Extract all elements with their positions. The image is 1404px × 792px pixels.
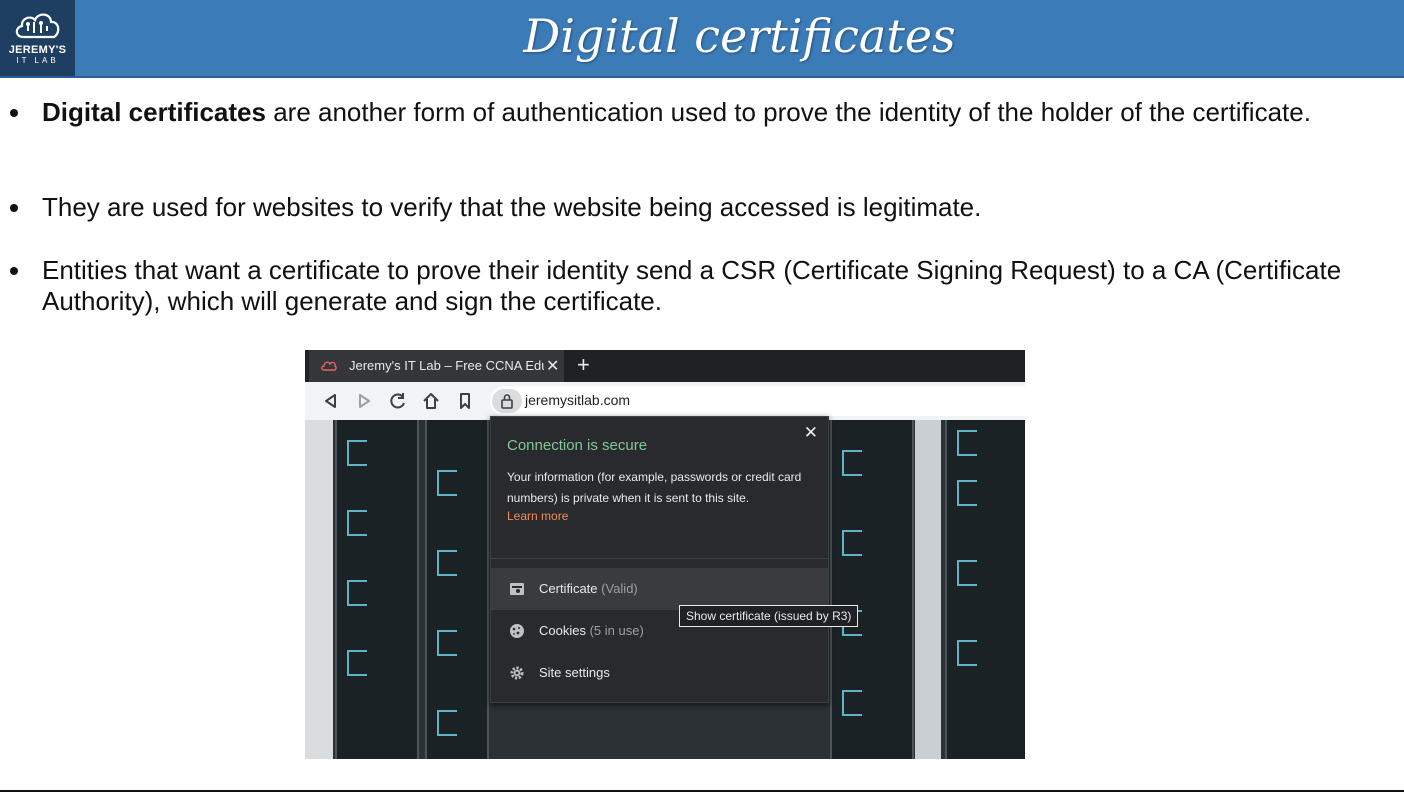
bullet-bold-term: Digital certificates xyxy=(42,97,266,127)
bullet-dot xyxy=(10,204,18,212)
rack-light xyxy=(437,470,457,496)
logo-text-line2: IT LAB xyxy=(16,56,59,65)
site-settings-label: Site settings xyxy=(539,665,610,680)
certificate-icon xyxy=(510,583,524,595)
cookies-label: Cookies (5 in use) xyxy=(539,623,644,638)
certificate-tooltip: Show certificate (issued by R3) xyxy=(679,605,859,627)
jeremys-it-lab-logo: JEREMY'S IT LAB xyxy=(0,0,75,76)
bullet-text: They are used for websites to verify tha… xyxy=(42,192,982,222)
rack-light xyxy=(437,710,457,736)
bookmark-icon[interactable] xyxy=(455,391,475,411)
browser-screenshot: Jeremy's IT Lab – Free CCNA Educ ✕ + jer… xyxy=(305,350,1025,759)
server-rack xyxy=(335,420,419,759)
reload-icon[interactable] xyxy=(388,391,408,411)
tab-bar: Jeremy's IT Lab – Free CCNA Educ ✕ + xyxy=(305,350,1025,382)
divider xyxy=(491,558,828,559)
rack-light xyxy=(842,690,862,716)
slide-header: JEREMY'S IT LAB Digital certificates xyxy=(0,0,1404,78)
close-icon[interactable]: ✕ xyxy=(804,423,818,443)
tab-title: Jeremy's IT Lab – Free CCNA Educ xyxy=(349,358,544,373)
connection-description: Your information (for example, passwords… xyxy=(507,470,802,505)
site-info-button[interactable] xyxy=(492,389,522,413)
rack-light xyxy=(347,440,367,466)
server-rack xyxy=(830,420,914,759)
rack-light xyxy=(347,580,367,606)
rack-light xyxy=(347,650,367,676)
rack-light xyxy=(437,550,457,576)
certificate-label: Certificate (Valid) xyxy=(539,581,638,596)
rack-light xyxy=(957,430,977,456)
rack-light xyxy=(437,630,457,656)
server-rack xyxy=(425,420,489,759)
gear-icon xyxy=(510,666,524,680)
url-text: jeremysitlab.com xyxy=(525,392,631,408)
rack-light xyxy=(957,640,977,666)
item-sub-text: (Valid) xyxy=(601,581,638,596)
bullet-text: Entities that want a certificate to prov… xyxy=(42,255,1342,316)
item-label-text: Cookies xyxy=(539,623,586,638)
slide-title: Digital certificates xyxy=(523,9,956,63)
site-info-popup: ✕ Connection is secure Your information … xyxy=(490,416,829,703)
lock-icon xyxy=(501,394,513,409)
connection-status-title: Connection is secure xyxy=(507,437,648,454)
item-sub-text: (5 in use) xyxy=(589,623,644,638)
cookie-icon xyxy=(510,624,524,638)
rack-light xyxy=(347,510,367,536)
certificate-menu-item[interactable]: Certificate (Valid) xyxy=(491,568,828,610)
bullet-text: Digital certificates are another form of… xyxy=(42,97,1382,128)
tab-close-icon[interactable]: ✕ xyxy=(546,356,559,376)
background-image xyxy=(305,420,333,759)
bullet-dot xyxy=(10,267,18,275)
rack-light xyxy=(842,530,862,556)
background-image xyxy=(915,420,941,759)
rack-light xyxy=(957,560,977,586)
learn-more-link[interactable]: Learn more xyxy=(507,509,568,523)
forward-icon[interactable] xyxy=(354,391,374,411)
rack-light xyxy=(842,450,862,476)
favicon-icon xyxy=(321,361,337,371)
server-rack xyxy=(945,420,1025,759)
item-label-text: Certificate xyxy=(539,581,598,596)
home-icon[interactable] xyxy=(421,391,441,411)
logo-text-line1: JEREMY'S xyxy=(8,44,67,56)
bullet-dot xyxy=(10,109,18,117)
browser-tab[interactable]: Jeremy's IT Lab – Free CCNA Educ ✕ xyxy=(309,350,564,382)
site-settings-menu-item[interactable]: Site settings xyxy=(491,652,828,694)
back-icon[interactable] xyxy=(321,391,341,411)
cloud-logo-icon xyxy=(15,13,60,39)
browser-toolbar: jeremysitlab.com xyxy=(305,382,1025,420)
rack-light xyxy=(957,480,977,506)
bullet-body: are another form of authentication used … xyxy=(265,97,1311,127)
new-tab-button[interactable]: + xyxy=(577,352,590,378)
